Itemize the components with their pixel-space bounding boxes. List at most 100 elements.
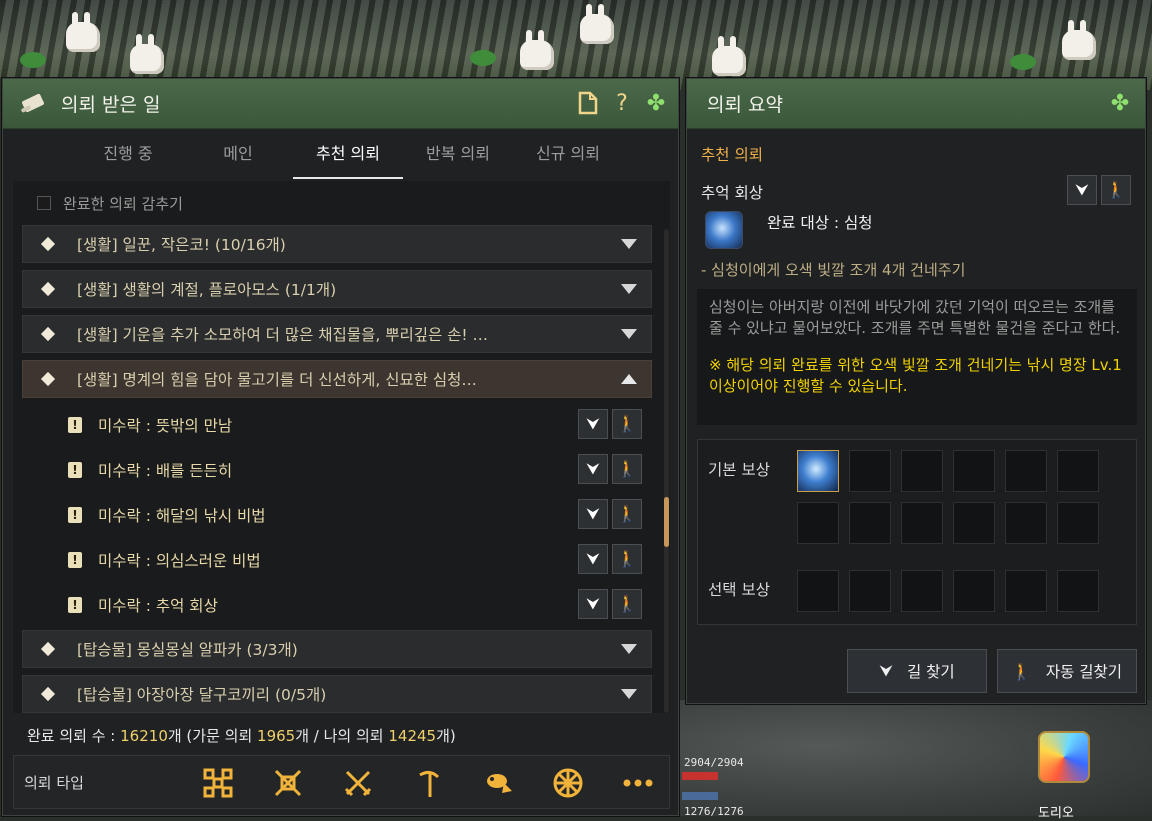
subquest-title: 미수락 : 추억 회상 <box>98 596 218 615</box>
help-question-icon[interactable]: ? <box>609 91 635 117</box>
leaf-decoration <box>20 52 46 68</box>
quest-category-row[interactable]: [생활] 일꾼, 작은코! (10/16개) <box>22 225 652 263</box>
quest-category-row-expanded[interactable]: [생활] 명계의 힘을 담아 물고기를 더 신선하게, 신묘한 심청… <box>22 360 652 398</box>
diamond-icon <box>40 641 56 657</box>
subquest-row[interactable]: ! 미수락 : 배를 든든히 ⮟ 🚶 <box>22 447 652 492</box>
chevron-down-icon <box>621 689 637 699</box>
navigate-button[interactable]: ⮟ <box>578 544 608 574</box>
navigate-button[interactable]: ⮟ <box>578 499 608 529</box>
auto-walk-button[interactable]: 🚶 <box>612 454 642 484</box>
tab-in-progress[interactable]: 진행 중 <box>73 129 183 179</box>
pet-name: 도리오 <box>1038 806 1074 821</box>
quest-objective: - 심청이에게 오색 빛깔 조개 4개 건네주기 <box>701 261 966 279</box>
reward-slot-empty <box>901 502 943 544</box>
reward-slot-empty <box>1057 502 1099 544</box>
tab-repeatable[interactable]: 반복 의뢰 <box>403 129 513 179</box>
quest-description: 심청이는 아버지랑 이전에 바닷가에 갔던 기억이 떠오르는 조개를 줄 수 있… <box>709 298 1121 337</box>
quest-exclamation-icon: ! <box>68 461 82 478</box>
alpaca-decoration <box>130 34 164 74</box>
document-icon[interactable] <box>575 91 601 117</box>
more-icon[interactable] <box>622 767 654 799</box>
alpaca-decoration <box>580 4 614 44</box>
summary-quest-name: 추억 회상 <box>701 184 763 202</box>
quest-summary-panel: 의뢰 요약 ✤ 추천 의뢰 추억 회상 ⮟ 🚶 완료 대상 : 심청 - 심청이… <box>686 78 1146 704</box>
alpaca-decoration <box>712 36 746 76</box>
tab-main[interactable]: 메인 <box>183 129 293 179</box>
reward-slot-empty <box>849 502 891 544</box>
base-reward-label: 기본 보상 <box>708 461 770 479</box>
quest-warning: ※ 해당 의뢰 완료를 위한 오색 빛깔 조개 건네기는 낚시 명장 Lv.1 … <box>709 356 1122 395</box>
scrollbar-thumb[interactable] <box>664 497 669 547</box>
subquest-row[interactable]: ! 미수락 : 뜻밖의 만남 ⮟ 🚶 <box>22 402 652 447</box>
wheel-icon[interactable] <box>552 767 584 799</box>
crossed-swords-icon[interactable] <box>342 767 374 799</box>
quest-category-title: [생활] 명계의 힘을 담아 물고기를 더 신선하게, 신묘한 심청… <box>77 371 477 389</box>
quest-category-row[interactable]: [생활] 생활의 계절, 플로아모스 (1/1개) <box>22 270 652 308</box>
quest-tabs: 진행 중 메인 추천 의뢰 반복 의뢰 신규 의뢰 <box>3 129 678 179</box>
reward-slot-empty <box>901 450 943 492</box>
scroll-swords-icon[interactable] <box>272 767 304 799</box>
auto-walk-button[interactable]: 🚶 <box>612 544 642 574</box>
hide-completed-label: 완료한 의뢰 감추기 <box>63 194 183 213</box>
choice-reward-slot <box>1057 570 1099 612</box>
subquest-row[interactable]: ! 미수락 : 해달의 낚시 비법 ⮟ 🚶 <box>22 492 652 537</box>
find-path-button[interactable]: ⮟ 길 찾기 <box>847 649 987 693</box>
navigate-button[interactable]: ⮟ <box>1067 175 1097 205</box>
subquest-row[interactable]: ! 미수락 : 추억 회상 ⮟ 🚶 <box>22 582 652 627</box>
choice-reward-slot <box>797 570 839 612</box>
summary-title: 의뢰 요약 <box>707 94 783 116</box>
find-path-label: 길 찾기 <box>906 663 955 681</box>
reward-slot-empty <box>849 450 891 492</box>
reward-item-slot[interactable] <box>797 450 839 492</box>
pickaxe-icon[interactable] <box>412 767 444 799</box>
completed-count-total: 16210 <box>120 727 168 745</box>
auto-walk-button[interactable]: 🚶 <box>1101 175 1131 205</box>
quest-category-row[interactable]: [생활] 기운을 추가 소모하여 더 많은 채집물을, 뿌리깊은 손! … <box>22 315 652 353</box>
hp-readout: 2904/2904 <box>684 756 744 769</box>
quest-list-scrollbar[interactable] <box>664 229 669 713</box>
choice-reward-slot <box>849 570 891 612</box>
hide-completed-checkbox[interactable] <box>37 196 51 210</box>
background-roof-scenery <box>0 0 1152 90</box>
choice-reward-slot <box>953 570 995 612</box>
chevron-down-icon <box>621 284 637 294</box>
reward-slot-empty <box>1005 450 1047 492</box>
navigate-button[interactable]: ⮟ <box>578 454 608 484</box>
quest-category-title: [생활] 일꾼, 작은코! (10/16개) <box>77 236 286 254</box>
grid-icon[interactable] <box>202 767 234 799</box>
quest-exclamation-icon: ! <box>68 596 82 613</box>
alpaca-decoration <box>520 30 554 70</box>
auto-walk-button[interactable]: 🚶 <box>612 499 642 529</box>
completed-count-suffix: 개) <box>436 727 456 745</box>
diamond-icon <box>40 686 56 702</box>
auto-path-button[interactable]: 🚶 자동 길찾기 <box>997 649 1137 693</box>
mp-readout: 1276/1276 <box>684 805 744 818</box>
tab-new[interactable]: 신규 의뢰 <box>513 129 623 179</box>
choice-reward-label: 선택 보상 <box>708 581 770 599</box>
quest-category-row[interactable]: [탑승물] 몽실몽실 알파카 (3/3개) <box>22 630 652 668</box>
reward-slot-empty <box>1005 502 1047 544</box>
clover-icon[interactable]: ✤ <box>643 91 669 117</box>
alpaca-decoration <box>1062 20 1096 60</box>
reward-box: 기본 보상 선택 보상 <box>697 439 1137 625</box>
quest-category-row[interactable]: [탑승물] 아장아장 달구코끼리 (0/5개) <box>22 675 652 713</box>
completed-count-mine-label: 개 / 나의 의뢰 <box>295 727 389 745</box>
pet-skill-icon[interactable] <box>1038 731 1090 783</box>
clover-icon[interactable]: ✤ <box>1107 91 1133 117</box>
subquest-title: 미수락 : 해달의 낚시 비법 <box>98 506 266 525</box>
scroll-icon <box>21 93 44 113</box>
reward-slot-empty <box>797 502 839 544</box>
choice-reward-slot <box>901 570 943 612</box>
quest-exclamation-icon: ! <box>68 416 82 433</box>
auto-walk-button[interactable]: 🚶 <box>612 409 642 439</box>
alpaca-decoration <box>66 12 100 52</box>
mp-bar <box>682 792 718 800</box>
auto-walk-button[interactable]: 🚶 <box>612 589 642 619</box>
navigate-button[interactable]: ⮟ <box>578 409 608 439</box>
tab-recommended[interactable]: 추천 의뢰 <box>293 129 403 179</box>
quest-type-label: 의뢰 타입 <box>24 774 84 792</box>
fish-icon[interactable] <box>482 767 514 799</box>
subquest-row[interactable]: ! 미수락 : 의심스러운 비법 ⮟ 🚶 <box>22 537 652 582</box>
completed-count-prefix: 완료 의뢰 수 : <box>27 727 121 745</box>
navigate-button[interactable]: ⮟ <box>578 589 608 619</box>
